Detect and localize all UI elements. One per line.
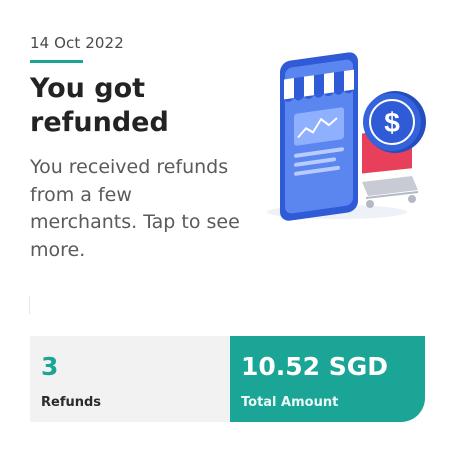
date-underline [30,60,83,63]
refunds-count-panel[interactable]: 3 Refunds [30,336,230,422]
total-amount-value: 10.52 SGD [241,352,389,381]
refunds-count-value: 3 [41,352,59,381]
divider [29,296,30,314]
phone-shop-illustration-icon: $ [262,32,432,222]
total-amount-label: Total Amount [241,395,339,410]
description-text[interactable]: You received refunds from a few merchant… [30,154,245,264]
svg-text:$: $ [384,107,400,138]
refunds-count-label: Refunds [41,395,102,410]
page-title: You got refunded [30,73,169,138]
refund-summary-card[interactable]: 3 Refunds 10.52 SGD Total Amount [30,336,425,422]
total-amount-panel[interactable]: 10.52 SGD Total Amount [230,336,425,422]
date-label: 14 Oct 2022 [30,34,124,52]
